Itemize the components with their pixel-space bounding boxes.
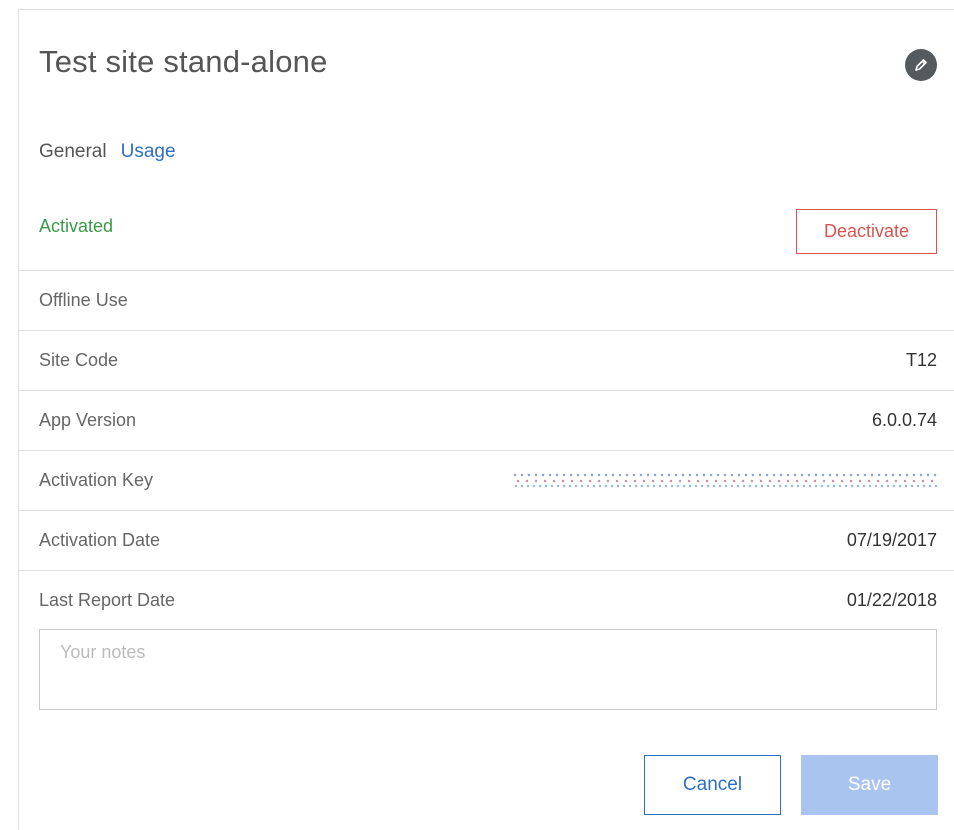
detail-label: Site Code (39, 350, 119, 370)
detail-row-activation-date: Activation Date 07/19/2017 (19, 510, 954, 570)
detail-row-site-code: Site Code T12 (19, 330, 954, 390)
edit-button[interactable] (905, 49, 937, 81)
tab-general[interactable]: General (39, 141, 107, 163)
detail-value: 01/22/2018 (846, 590, 937, 610)
detail-row-last-report-date: Last Report Date 01/22/2018 (19, 570, 954, 630)
page-title: Test site stand-alone (39, 44, 328, 79)
status-text: Activated (39, 216, 114, 236)
detail-label: Activation Date (39, 530, 161, 550)
detail-label: Last Report Date (39, 590, 176, 610)
detail-label: Activation Key (39, 470, 154, 490)
detail-label: App Version (39, 410, 137, 430)
detail-value: 07/19/2017 (846, 530, 937, 550)
tab-usage[interactable]: Usage (121, 141, 176, 163)
notes-field[interactable] (39, 629, 937, 710)
site-details-panel: Test site stand-alone General Usage Acti… (18, 9, 954, 830)
detail-row-activation-key: Activation Key (19, 450, 954, 510)
detail-value: 6.0.0.74 (871, 410, 937, 430)
masked-activation-key (513, 471, 937, 490)
detail-row-offline-use: Offline Use (19, 270, 954, 330)
deactivate-button[interactable]: Deactivate (796, 209, 937, 254)
detail-value: T12 (905, 350, 937, 370)
cancel-button[interactable]: Cancel (644, 755, 781, 815)
tab-bar: General Usage (39, 141, 176, 163)
details-list: Offline Use Site Code T12 App Version 6.… (19, 270, 954, 630)
save-button[interactable]: Save (801, 755, 938, 815)
detail-label: Offline Use (39, 290, 128, 310)
pencil-icon (915, 59, 927, 71)
detail-row-app-version: App Version 6.0.0.74 (19, 390, 954, 450)
